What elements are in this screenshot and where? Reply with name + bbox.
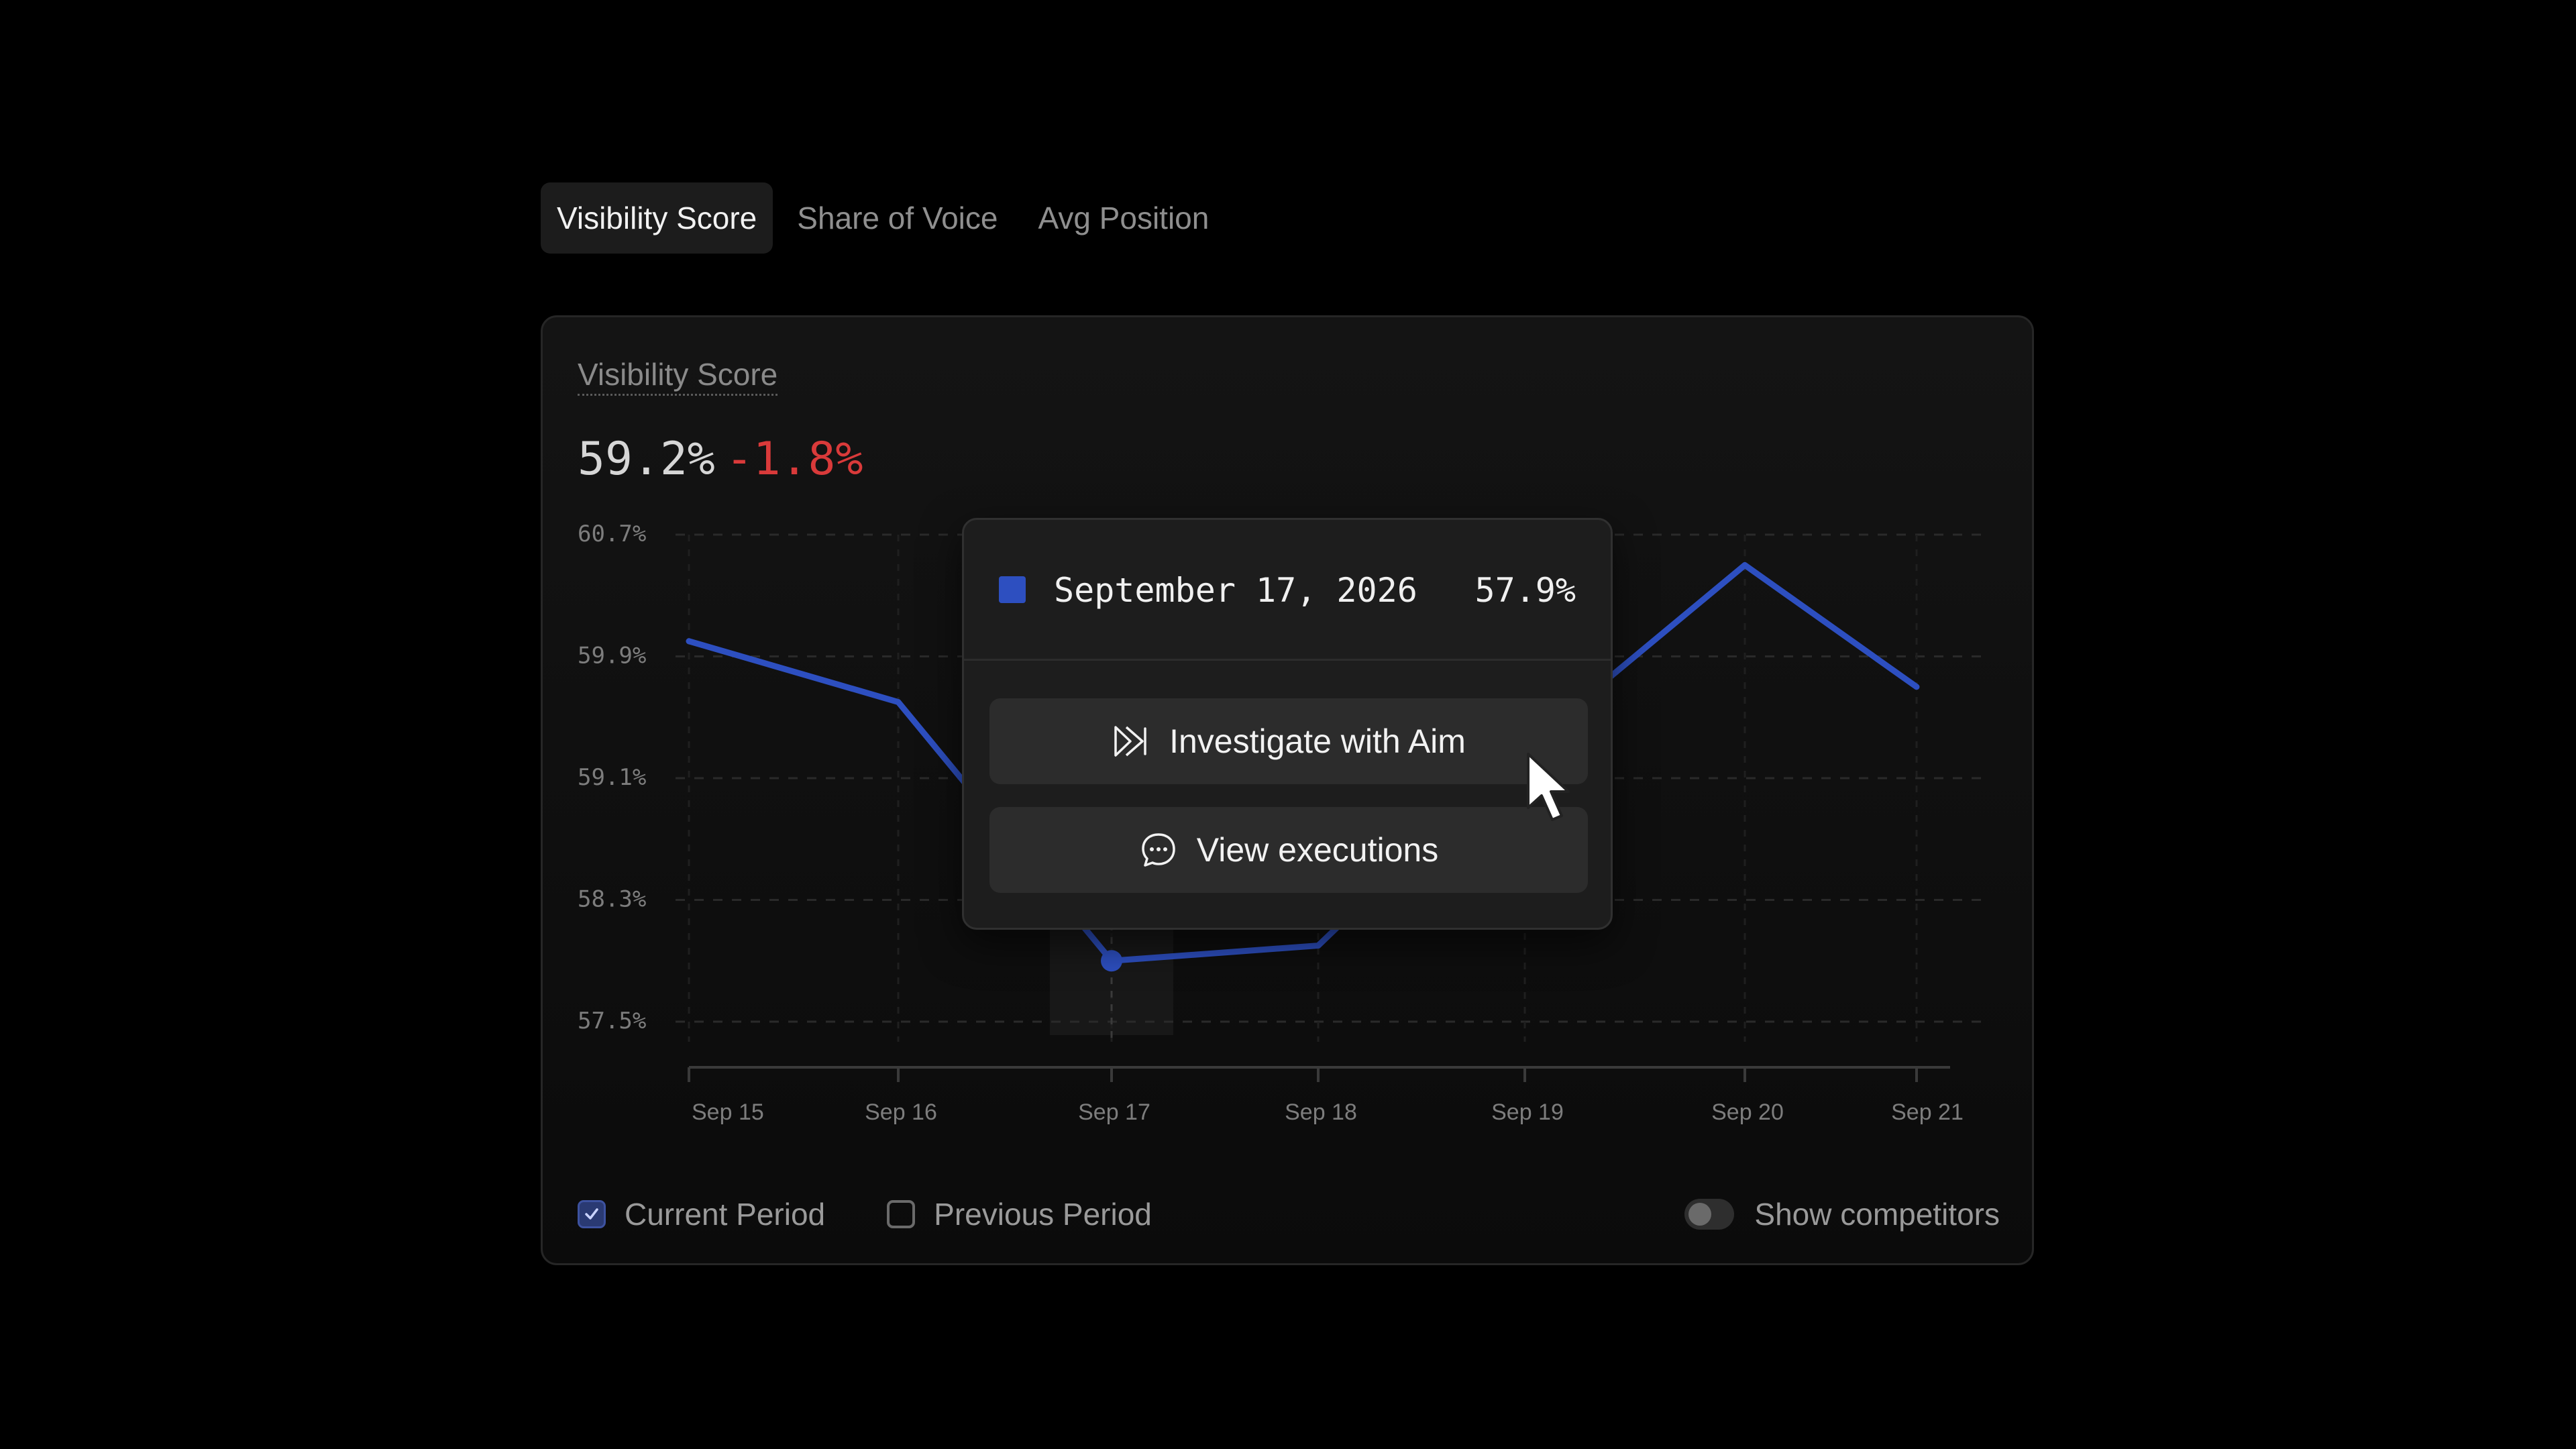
- investigate-label: Investigate with Aim: [1169, 722, 1466, 760]
- toggle-knob: [1688, 1203, 1712, 1226]
- x-tick-label: Sep 15: [692, 1099, 764, 1125]
- tab-visibility-score[interactable]: Visibility Score: [541, 182, 773, 254]
- x-tick-label: Sep 20: [1711, 1099, 1784, 1125]
- executions-label: View executions: [1196, 831, 1439, 869]
- x-tick-label: Sep 16: [865, 1099, 937, 1125]
- x-tick-label: Sep 21: [1891, 1099, 1964, 1125]
- check-icon: [585, 1208, 598, 1220]
- tooltip-header: September 17, 2026 57.9%: [964, 520, 1611, 661]
- data-point: [1101, 950, 1122, 972]
- chart-legend: Current Period Previous Period: [578, 1191, 1214, 1238]
- fast-forward-icon: [1112, 722, 1150, 761]
- current-period-checkbox[interactable]: [578, 1200, 606, 1228]
- x-tick-label: Sep 18: [1285, 1099, 1357, 1125]
- toggle-switch[interactable]: [1684, 1199, 1735, 1230]
- previous-period-checkbox[interactable]: [887, 1200, 916, 1228]
- previous-period-label: Previous Period: [934, 1197, 1152, 1232]
- show-competitors-label: Show competitors: [1754, 1197, 2000, 1232]
- investigate-with-aim-button[interactable]: Investigate with Aim: [989, 698, 1588, 784]
- tab-share-of-voice[interactable]: Share of Voice: [781, 182, 1014, 254]
- y-tick-label: 59.1%: [578, 764, 646, 791]
- y-tick-label: 57.5%: [578, 1008, 646, 1034]
- tooltip-value: 57.9%: [1474, 571, 1576, 610]
- x-tick-label: Sep 17: [1078, 1099, 1150, 1125]
- metric-tabs: Visibility Score Share of Voice Avg Posi…: [541, 182, 1233, 254]
- show-competitors-toggle[interactable]: Show competitors: [1684, 1191, 2000, 1238]
- tab-avg-position[interactable]: Avg Position: [1022, 182, 1225, 254]
- y-tick-label: 60.7%: [578, 521, 646, 547]
- y-tick-label: 59.9%: [578, 643, 646, 669]
- current-period-label: Current Period: [625, 1197, 826, 1232]
- tooltip-date: September 17, 2026: [1054, 571, 1417, 610]
- chat-bubble-icon: [1139, 830, 1178, 869]
- chart-tooltip: September 17, 2026 57.9% Investigate wit…: [962, 518, 1613, 930]
- mouse-pointer-icon: [1527, 753, 1570, 821]
- legend-previous-period[interactable]: Previous Period: [887, 1196, 1152, 1232]
- y-tick-label: 58.3%: [578, 886, 646, 913]
- series-swatch: [999, 576, 1026, 603]
- view-executions-button[interactable]: View executions: [989, 807, 1588, 893]
- legend-current-period[interactable]: Current Period: [578, 1196, 825, 1232]
- x-tick-label: Sep 19: [1491, 1099, 1564, 1125]
